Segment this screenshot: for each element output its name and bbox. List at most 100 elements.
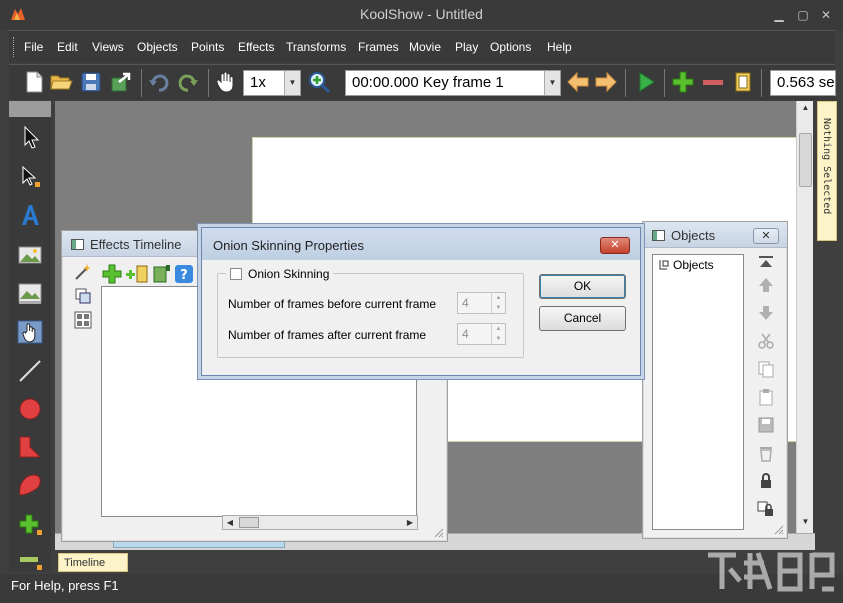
open-folder-icon[interactable] bbox=[49, 70, 73, 94]
resize-grip-icon[interactable] bbox=[772, 523, 784, 535]
onion-skinning-checkbox[interactable] bbox=[230, 268, 242, 280]
timeline-tab[interactable]: Timeline bbox=[58, 553, 128, 572]
polygon-tool-icon[interactable] bbox=[16, 433, 44, 461]
new-file-icon[interactable] bbox=[22, 70, 46, 94]
scroll-up-icon[interactable]: ▲ bbox=[797, 103, 814, 117]
group-lock-icon[interactable] bbox=[757, 500, 775, 518]
scroll-down-icon[interactable]: ▼ bbox=[797, 517, 814, 531]
cancel-button[interactable]: Cancel bbox=[539, 306, 626, 331]
maximize-button[interactable]: ▢ bbox=[796, 8, 810, 22]
tool-palette bbox=[9, 101, 51, 571]
spin-down-icon[interactable]: ▼ bbox=[491, 303, 505, 313]
chevron-down-icon[interactable]: ▼ bbox=[284, 71, 300, 95]
add-frame-effect-icon[interactable] bbox=[124, 264, 150, 284]
delete-icon[interactable] bbox=[757, 444, 775, 462]
menu-file[interactable]: File bbox=[24, 40, 43, 54]
menu-views[interactable]: Views bbox=[92, 40, 124, 54]
window-title: KoolShow - Untitled bbox=[360, 6, 483, 22]
menu-help[interactable]: Help bbox=[547, 40, 572, 54]
objects-close-button[interactable]: ✕ bbox=[753, 228, 779, 244]
scroll-thumb[interactable] bbox=[799, 133, 812, 187]
zoom-select[interactable]: 1x ▼ bbox=[243, 70, 301, 96]
arrow-right-icon[interactable] bbox=[594, 70, 618, 94]
save-icon[interactable] bbox=[79, 70, 103, 94]
move-top-icon[interactable] bbox=[757, 254, 775, 272]
properties-side-tab[interactable]: Nothing Selected bbox=[817, 101, 837, 241]
add-effect-icon[interactable] bbox=[102, 264, 122, 284]
vertical-scrollbar[interactable]: ▲ ▼ bbox=[796, 101, 813, 533]
image-sequence-icon[interactable] bbox=[16, 279, 44, 307]
export-icon[interactable] bbox=[109, 70, 133, 94]
seconds-field[interactable]: 0.563 se bbox=[770, 70, 836, 96]
menu-play[interactable]: Play bbox=[455, 40, 478, 54]
cut-icon[interactable] bbox=[757, 332, 775, 350]
redo-icon[interactable] bbox=[176, 70, 200, 94]
copy-icon[interactable] bbox=[757, 360, 775, 378]
scroll-left-icon[interactable]: ◀ bbox=[223, 516, 237, 529]
menu-options[interactable]: Options bbox=[490, 40, 531, 54]
remove-icon[interactable] bbox=[701, 70, 725, 94]
add-icon[interactable] bbox=[671, 70, 695, 94]
close-window-button[interactable]: ✕ bbox=[819, 8, 833, 22]
frames-before-value: 4 bbox=[462, 296, 469, 310]
scroll-right-icon[interactable]: ▶ bbox=[403, 516, 417, 529]
magic-wand-icon[interactable] bbox=[74, 263, 92, 281]
time-select[interactable]: 00:00.000 Key frame 1 ▼ bbox=[345, 70, 561, 96]
spin-up-icon[interactable]: ▲ bbox=[491, 293, 505, 303]
svg-text:?: ? bbox=[180, 268, 188, 283]
minimize-button[interactable]: ▁ bbox=[772, 8, 786, 22]
objects-tree[interactable]: Objects bbox=[652, 254, 744, 530]
menu-edit[interactable]: Edit bbox=[57, 40, 78, 54]
move-down-icon[interactable] bbox=[757, 304, 775, 322]
resize-grip-icon[interactable] bbox=[432, 526, 444, 538]
menu-transforms[interactable]: Transforms bbox=[286, 40, 346, 54]
dialog-titlebar[interactable]: Onion Skinning Properties bbox=[202, 228, 640, 260]
hand-icon[interactable] bbox=[214, 70, 238, 94]
frames-after-label: Number of frames after current frame bbox=[228, 328, 427, 342]
point-select-icon[interactable] bbox=[16, 163, 44, 191]
side-tab-label: Nothing Selected bbox=[821, 118, 832, 215]
tool-palette-header bbox=[9, 101, 51, 117]
lock-icon[interactable] bbox=[757, 472, 775, 490]
main-toolbar: 1x ▼ 00:00.000 Key frame 1 ▼ 0.563 se bbox=[9, 64, 836, 100]
zoom-in-icon[interactable] bbox=[307, 70, 331, 94]
spin-down-icon[interactable]: ▼ bbox=[491, 334, 505, 344]
onion-skinning-checkbox-row[interactable]: Onion Skinning bbox=[226, 267, 334, 281]
circle-tool-icon[interactable] bbox=[16, 395, 44, 423]
effects-hscrollbar[interactable]: ◀ ▶ bbox=[222, 515, 418, 530]
ok-button[interactable]: OK bbox=[539, 274, 626, 299]
add-point-icon[interactable] bbox=[16, 509, 44, 537]
move-up-icon[interactable] bbox=[757, 276, 775, 294]
spin-up-icon[interactable]: ▲ bbox=[491, 324, 505, 334]
dialog-close-button[interactable]: ✕ bbox=[600, 237, 630, 254]
menu-objects[interactable]: Objects bbox=[137, 40, 178, 54]
image-tool-icon[interactable] bbox=[16, 241, 44, 269]
frames-after-stepper[interactable]: 4 ▲ ▼ bbox=[457, 323, 506, 345]
text-tool-icon[interactable] bbox=[16, 201, 44, 229]
grid-effect-icon[interactable] bbox=[74, 311, 92, 329]
tree-item-objects[interactable]: Objects bbox=[658, 258, 714, 272]
chevron-down-icon[interactable]: ▼ bbox=[544, 71, 560, 95]
menu-points[interactable]: Points bbox=[191, 40, 224, 54]
effects-panel-title: Effects Timeline bbox=[90, 237, 182, 252]
objects-panel-titlebar[interactable]: Objects ✕ bbox=[643, 222, 787, 248]
effects-hscroll-thumb[interactable] bbox=[239, 517, 259, 528]
menu-movie[interactable]: Movie bbox=[409, 40, 441, 54]
select-arrow-icon[interactable] bbox=[16, 123, 44, 151]
frame-icon[interactable] bbox=[731, 70, 755, 94]
help-icon[interactable]: ? bbox=[174, 264, 194, 284]
paste-icon[interactable] bbox=[757, 388, 775, 406]
copy-effect-icon[interactable] bbox=[74, 287, 92, 305]
menu-effects[interactable]: Effects bbox=[238, 40, 274, 54]
frames-before-stepper[interactable]: 4 ▲ ▼ bbox=[457, 292, 506, 314]
export-effect-icon[interactable] bbox=[152, 264, 172, 284]
line-tool-icon[interactable] bbox=[16, 357, 44, 385]
menu-frames[interactable]: Frames bbox=[358, 40, 399, 54]
remove-point-icon[interactable] bbox=[16, 547, 44, 575]
save-object-icon[interactable] bbox=[757, 416, 775, 434]
curve-tool-icon[interactable] bbox=[16, 471, 44, 499]
play-icon[interactable] bbox=[634, 70, 658, 94]
hand-pointer-icon[interactable] bbox=[16, 318, 44, 346]
arrow-left-icon[interactable] bbox=[566, 70, 590, 94]
undo-icon[interactable] bbox=[147, 70, 171, 94]
